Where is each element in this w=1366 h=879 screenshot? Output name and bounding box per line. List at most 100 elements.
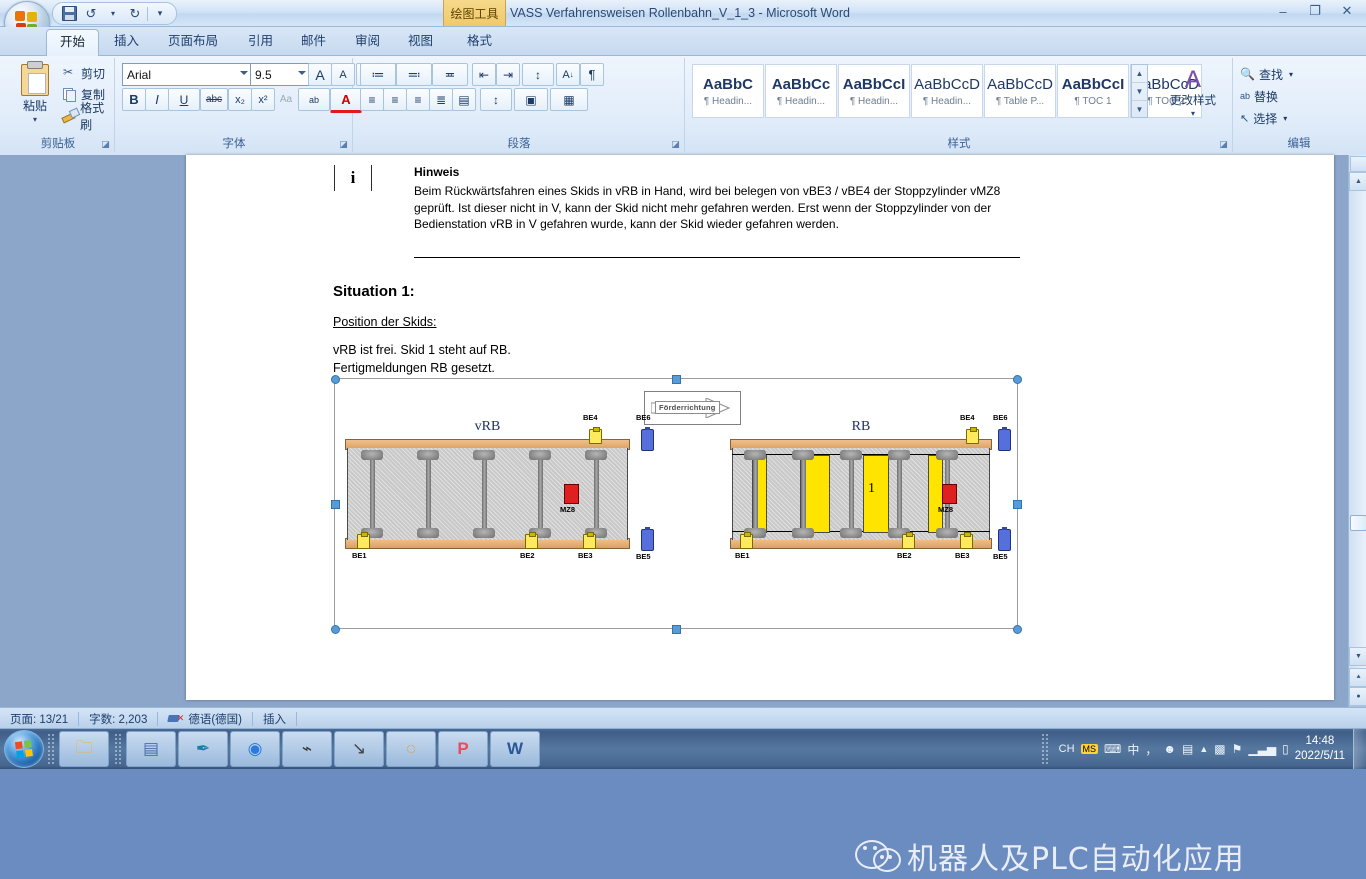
sort-az-button[interactable]: A↓ <box>556 63 580 86</box>
quick-access-toolbar[interactable]: ↺ ▾ ↻ ▾ <box>52 2 177 25</box>
paste-dropdown-icon[interactable]: ▾ <box>33 115 37 124</box>
multilevel-list-button[interactable]: ≖ <box>432 63 468 86</box>
numbering-button[interactable]: ≕ <box>396 63 432 86</box>
taskbar-item-chrome[interactable]: ◉ <box>230 731 280 767</box>
taskbar-item-media-app[interactable]: ◌ <box>386 731 436 767</box>
select-browse-object-icon[interactable]: ● <box>1349 687 1366 706</box>
shrink-font-button[interactable]: A <box>331 63 355 86</box>
clipboard-dialog-launcher-icon[interactable]: ◪ <box>100 139 111 150</box>
show-formatting-marks-button[interactable]: ¶ <box>580 63 604 86</box>
close-button[interactable]: ✕ <box>1332 1 1362 21</box>
paragraph-dialog-launcher-icon[interactable]: ◪ <box>670 139 681 150</box>
scrollbar-thumb[interactable] <box>1350 515 1366 531</box>
decrease-indent-button[interactable]: ⇤ <box>472 63 496 86</box>
tab-review[interactable]: 审阅 <box>342 29 393 55</box>
document-page[interactable]: i Hinweis Beim Rückwärtsfahren eines Ski… <box>186 155 1334 700</box>
line-spacing-button[interactable]: ↕ <box>480 88 512 111</box>
increase-indent-button[interactable]: ⇥ <box>496 63 520 86</box>
grow-font-button[interactable]: A <box>308 63 332 86</box>
security-icon[interactable]: ▩ <box>1214 742 1225 756</box>
save-icon[interactable] <box>59 5 79 22</box>
paste-button[interactable]: 粘贴 ▾ <box>10 62 60 126</box>
style-card-heading-4[interactable]: AaBbCcD ¶ Headin... <box>911 64 983 118</box>
align-center-button[interactable]: ≡ <box>383 88 407 111</box>
taskbar-item-file-explorer[interactable]: 🗀 <box>59 731 109 767</box>
customize-qat-icon[interactable]: ▾ <box>150 5 170 22</box>
taskbar-item-word[interactable]: W <box>490 731 540 767</box>
status-language[interactable]: 德语(德国) <box>158 708 252 729</box>
justify-button[interactable]: ≣ <box>429 88 453 111</box>
redo-icon[interactable]: ↻ <box>125 5 145 22</box>
change-styles-button[interactable]: A 更改样式 ▾ <box>1160 62 1226 124</box>
minimize-button[interactable]: – <box>1268 1 1298 21</box>
style-card-heading-2[interactable]: AaBbCc ¶ Headin... <box>765 64 837 118</box>
input-language-label[interactable]: CH <box>1059 743 1075 755</box>
ime-emoji-icon[interactable]: ☻ <box>1163 742 1176 756</box>
ime-logo-icon[interactable]: MS <box>1081 744 1099 754</box>
taskbar-item-plc-editor[interactable]: ⌁ <box>282 731 332 767</box>
resize-handle-ne[interactable] <box>1013 375 1022 384</box>
styles-gallery-scrollbar[interactable]: ▲ ▼ ▼ <box>1131 64 1148 118</box>
styles-scroll-up-icon[interactable]: ▲ <box>1132 65 1147 83</box>
font-size-combobox[interactable]: 9.5 <box>250 63 310 86</box>
font-name-chevron-down-icon[interactable] <box>240 71 248 75</box>
italic-button[interactable]: I <box>145 88 169 111</box>
clear-formatting-button[interactable]: Aa <box>274 88 298 111</box>
resize-handle-e[interactable] <box>1013 500 1022 509</box>
previous-page-icon[interactable]: ⯅ <box>1349 668 1366 687</box>
shading-button[interactable]: ▣ <box>514 88 548 111</box>
taskbar-item-paint-app[interactable]: ✒ <box>178 731 228 767</box>
font-name-combobox[interactable]: Arial <box>122 63 252 86</box>
show-desktop-button[interactable] <box>1353 729 1366 769</box>
show-hidden-icons-icon[interactable]: ▲ <box>1199 744 1208 754</box>
ime-toolbar-icon[interactable]: ⌨ <box>1104 742 1121 756</box>
taskbar-grip[interactable] <box>47 733 56 765</box>
split-window-handle[interactable] <box>1350 156 1366 172</box>
status-word-count[interactable]: 字数: 2,203 <box>79 708 157 729</box>
style-card-toc-1[interactable]: AaBbCcI ¶ TOC 1 <box>1057 64 1129 118</box>
bullets-button[interactable]: ≔ <box>360 63 396 86</box>
subscript-button[interactable]: x₂ <box>228 88 252 111</box>
ime-punctuation-icon[interactable]: ， <box>1145 741 1157 758</box>
styles-scroll-down-icon[interactable]: ▼ <box>1132 83 1147 101</box>
taskbar-grip[interactable] <box>114 733 123 765</box>
scroll-up-icon[interactable]: ▲ <box>1349 172 1366 191</box>
taskbar-item-chart-app[interactable]: ↘ <box>334 731 384 767</box>
clock[interactable]: 14:48 2022/5/11 <box>1295 734 1345 764</box>
undo-dropdown-icon[interactable]: ▾ <box>103 5 123 22</box>
ime-mode-label[interactable]: 中 <box>1127 741 1139 758</box>
select-button[interactable]: ↖ 选择 ▾ <box>1240 108 1287 128</box>
status-insert-mode[interactable]: 插入 <box>253 708 296 729</box>
text-highlight-button[interactable]: ab <box>298 88 330 111</box>
resize-handle-s[interactable] <box>672 625 681 634</box>
font-size-chevron-down-icon[interactable] <box>298 71 306 75</box>
undo-icon[interactable]: ↺ <box>81 5 101 22</box>
network-error-icon[interactable]: ⚑ <box>1232 742 1243 756</box>
tab-references[interactable]: 引用 <box>235 29 286 55</box>
tab-view[interactable]: 视图 <box>395 29 446 55</box>
tab-insert[interactable]: 插入 <box>101 29 152 55</box>
bold-button[interactable]: B <box>122 88 146 111</box>
scroll-down-icon[interactable]: ▼ <box>1349 647 1366 666</box>
align-left-button[interactable]: ≡ <box>360 88 384 111</box>
superscript-button[interactable]: x² <box>251 88 275 111</box>
underline-button[interactable]: U <box>168 88 200 111</box>
battery-icon[interactable]: ▯ <box>1282 742 1289 756</box>
tab-format[interactable]: 格式 <box>454 29 505 55</box>
align-right-button[interactable]: ≡ <box>406 88 430 111</box>
ime-options-icon[interactable]: ▤ <box>1182 742 1193 756</box>
signal-strength-icon[interactable]: ▁▃▅ <box>1248 742 1276 756</box>
cut-button[interactable]: 剪切 <box>62 64 105 83</box>
borders-button[interactable]: ▦ <box>550 88 588 111</box>
maximize-button[interactable]: ❐ <box>1300 1 1330 21</box>
style-card-table-p[interactable]: AaBbCcD ¶ Table P... <box>984 64 1056 118</box>
find-dropdown-icon[interactable]: ▾ <box>1289 70 1293 79</box>
tab-mailings[interactable]: 邮件 <box>288 29 339 55</box>
tray-grip[interactable] <box>1041 733 1050 765</box>
selected-drawing-frame[interactable]: Förderrichtung vRB <box>334 378 1018 629</box>
start-button[interactable] <box>4 730 44 768</box>
document-canvas[interactable]: i Hinweis Beim Rückwärtsfahren eines Ski… <box>0 155 1366 728</box>
vertical-scrollbar[interactable]: ▲ ▼ ⯅ ● ⯆ <box>1348 155 1366 728</box>
sort-button[interactable]: ↕ <box>522 63 554 86</box>
tab-home[interactable]: 开始 <box>46 29 99 56</box>
